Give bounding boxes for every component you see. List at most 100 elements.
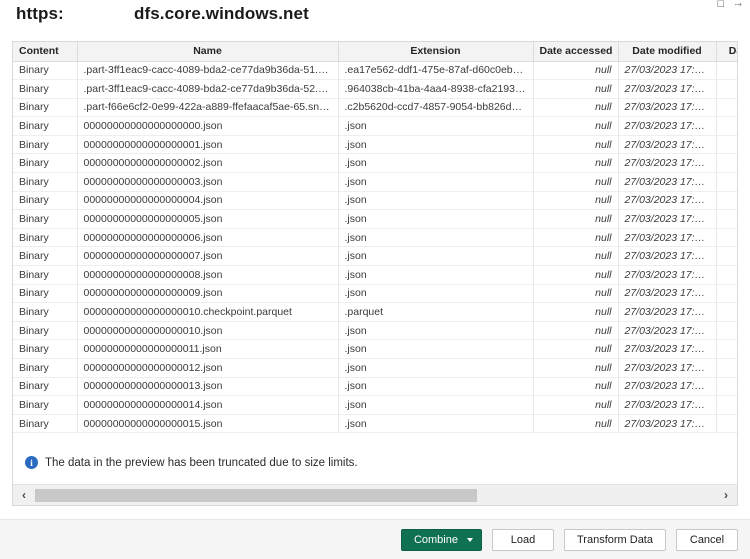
- table-row[interactable]: Binary 00000000000000000005.json .json null…: [13, 209, 737, 229]
- table-row[interactable]: Binary 00000000000000000006.json .json null…: [13, 228, 737, 248]
- cell-date_create: [716, 246, 737, 267]
- scrollbar-track[interactable]: [35, 488, 715, 502]
- cell-content: Binary: [13, 209, 78, 229]
- cell-date_create: [716, 61, 737, 81]
- cell-date_create: [716, 209, 737, 229]
- cell-extension: .json: [338, 414, 534, 434]
- cell-content: Binary: [13, 135, 78, 155]
- table-body: Binary .part-3ff1eac9-cacc-4089-bda2-ce77…: [13, 61, 737, 434]
- table-row[interactable]: Binary .part-3ff1eac9-cacc-4089-bda2-ce77…: [13, 79, 737, 99]
- column-header-name[interactable]: Name: [77, 42, 339, 62]
- cell-date_create: [716, 172, 737, 192]
- cell-content: Binary: [13, 191, 78, 211]
- cell-date_mod: 27/03/2023 17:21:04: [618, 61, 717, 81]
- table-header-row: Content Name Extension Date accessed Date mo…: [13, 42, 737, 62]
- cell-date_create: [716, 228, 737, 248]
- cell-content: Binary: [13, 265, 78, 285]
- table-row[interactable]: Binary 00000000000000000002.json .json null…: [13, 153, 737, 174]
- cell-date_mod: 27/03/2023 17:19:26: [618, 116, 717, 136]
- page-title: https: dfs.core.windows.net: [0, 0, 750, 34]
- cell-date_mod: 27/03/2023 17:19:39: [618, 246, 717, 267]
- column-header-content[interactable]: Content: [13, 42, 78, 62]
- combine-button-label: Combine: [413, 534, 458, 546]
- cell-extension: .json: [338, 191, 534, 211]
- cell-date_access: null: [533, 302, 619, 322]
- table-row[interactable]: Binary 00000000000000000011.json .json null…: [13, 339, 737, 359]
- scrollbar-thumb[interactable]: [35, 488, 477, 502]
- table-row[interactable]: Binary .part-3ff1eac9-cacc-4089-bda2-ce77…: [13, 61, 737, 81]
- table-row[interactable]: Binary 00000000000000000010.json .json null…: [13, 321, 737, 341]
- cell-date_mod: 27/03/2023 17:19:55: [618, 414, 717, 434]
- cell-date_mod: 27/03/2023 17:19:33: [618, 191, 717, 211]
- chevron-down-icon[interactable]: [466, 538, 473, 542]
- cell-date_access: null: [533, 79, 619, 99]
- column-header-date_mod[interactable]: Date modified: [618, 42, 717, 62]
- cell-date_create: [716, 265, 737, 285]
- column-header-date_access[interactable]: Date accessed: [533, 42, 619, 62]
- cell-date_mod: 27/03/2023 17:19:35: [618, 209, 717, 229]
- cell-name: .part-3ff1eac9-cacc-4089-bda2-ce77da9b36…: [77, 61, 339, 81]
- table-row[interactable]: Binary 00000000000000000004.json .json null…: [13, 191, 737, 211]
- cell-date_access: null: [533, 321, 619, 341]
- cell-extension: .json: [338, 135, 534, 155]
- truncation-notice: i The data in the preview has been trunc…: [12, 441, 738, 484]
- cell-content: Binary: [13, 284, 78, 304]
- cell-name: 00000000000000000014.json: [77, 395, 339, 415]
- table-row[interactable]: Binary 00000000000000000010.checkpoint.pa…: [13, 302, 737, 322]
- cell-date_create: [716, 116, 737, 136]
- cell-date_create: [716, 414, 737, 434]
- column-header-extension[interactable]: Extension: [338, 42, 534, 62]
- cell-name: 00000000000000000008.json: [77, 265, 339, 285]
- horizontal-scrollbar[interactable]: ‹ ›: [12, 484, 738, 506]
- cell-extension: .json: [338, 265, 534, 285]
- cell-date_create: [716, 377, 737, 397]
- cell-content: Binary: [13, 172, 78, 192]
- cell-date_access: null: [533, 246, 619, 267]
- cell-date_mod: 27/03/2023 17:19:46: [618, 302, 717, 322]
- table-row[interactable]: Binary 00000000000000000012.json .json null…: [13, 358, 737, 378]
- table-row[interactable]: Binary 00000000000000000015.json .json null…: [13, 414, 737, 434]
- cell-name: 00000000000000000013.json: [77, 377, 339, 397]
- scroll-right-icon[interactable]: ›: [715, 485, 737, 505]
- table-row[interactable]: Binary 00000000000000000007.json .json null…: [13, 246, 737, 267]
- table-row[interactable]: Binary 00000000000000000001.json .json null…: [13, 135, 737, 155]
- cell-name: 00000000000000000007.json: [77, 246, 339, 267]
- cell-extension: .json: [338, 377, 534, 397]
- cell-name: 00000000000000000011.json: [77, 339, 339, 359]
- transform-data-button[interactable]: Transform Data: [563, 529, 666, 551]
- cell-date_access: null: [533, 191, 619, 211]
- cell-date_access: null: [533, 284, 619, 304]
- cell-name: 00000000000000000010.json: [77, 321, 339, 341]
- title-scheme: https:: [16, 4, 64, 23]
- cell-date_mod: 27/03/2023 17:19:31: [618, 172, 717, 192]
- scroll-left-icon[interactable]: ‹: [13, 485, 35, 505]
- cell-date_mod: 27/03/2023 17:19:51: [618, 377, 717, 397]
- cell-date_create: [716, 135, 737, 155]
- table-row[interactable]: Binary 00000000000000000009.json .json null…: [13, 284, 737, 304]
- table-row[interactable]: Binary 00000000000000000003.json .json null…: [13, 172, 737, 192]
- table-row[interactable]: Binary .part-f66e6cf2-0e99-422a-a889-ffef…: [13, 98, 737, 118]
- cell-date_access: null: [533, 228, 619, 248]
- table-row[interactable]: Binary 00000000000000000013.json .json null…: [13, 377, 737, 397]
- cell-name: 00000000000000000009.json: [77, 284, 339, 304]
- table-row[interactable]: Binary 00000000000000000000.json .json null…: [13, 116, 737, 136]
- cell-extension: .json: [338, 116, 534, 136]
- cell-content: Binary: [13, 246, 78, 267]
- preview-table-container[interactable]: Content Name Extension Date accessed Date mo…: [12, 41, 738, 484]
- cell-date_access: null: [533, 135, 619, 155]
- column-header-date_create[interactable]: Date c: [716, 42, 737, 62]
- preview-table: Content Name Extension Date accessed Date mo…: [13, 42, 737, 434]
- cancel-button[interactable]: Cancel: [676, 529, 738, 551]
- table-row[interactable]: Binary 00000000000000000014.json .json null…: [13, 395, 737, 415]
- cell-date_access: null: [533, 377, 619, 397]
- cell-extension: .json: [338, 358, 534, 378]
- cell-date_mod: 27/03/2023 17:19:49: [618, 358, 717, 378]
- load-button[interactable]: Load: [491, 529, 554, 551]
- truncation-notice-text: The data in the preview has been truncat…: [45, 456, 358, 469]
- cell-date_mod: 27/03/2023 17:21:26: [618, 79, 717, 99]
- cell-date_access: null: [533, 116, 619, 136]
- cell-content: Binary: [13, 228, 78, 248]
- table-row[interactable]: Binary 00000000000000000008.json .json null…: [13, 265, 737, 285]
- combine-button[interactable]: Combine: [400, 529, 482, 551]
- cell-name: 00000000000000000004.json: [77, 191, 339, 211]
